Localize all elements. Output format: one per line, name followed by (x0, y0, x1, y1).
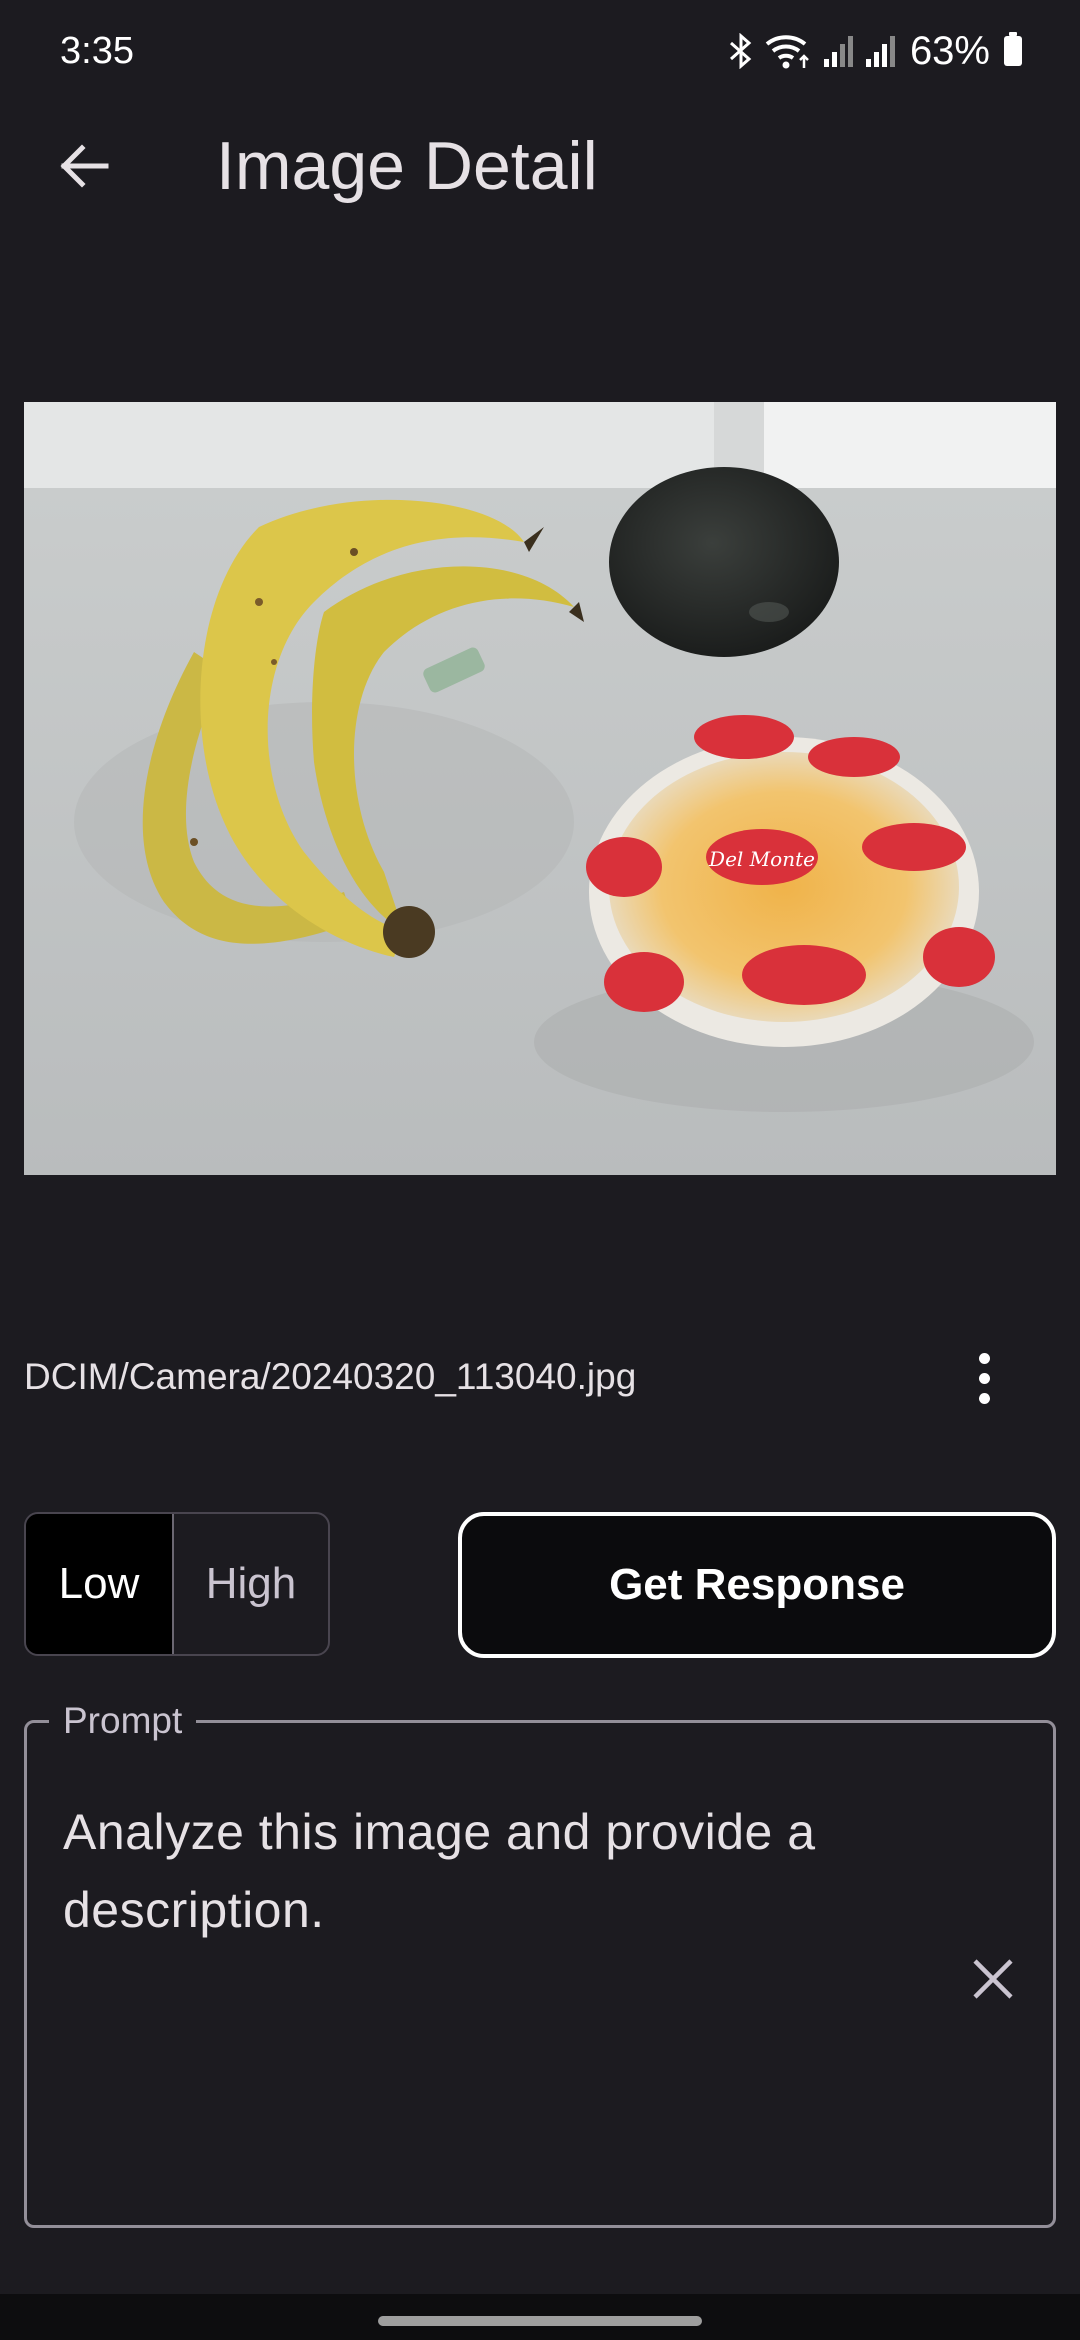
signal-icon (865, 36, 895, 67)
more-vert-icon (978, 1352, 990, 1364)
image-preview: Del Monte (24, 402, 1056, 1175)
page-title: Image Detail (216, 128, 598, 204)
quality-option-high[interactable]: High (174, 1514, 328, 1654)
more-vert-dot (978, 1392, 990, 1404)
app-bar: Image Detail (0, 100, 1080, 232)
battery-percentage: 63% (909, 28, 990, 73)
navigation-bar (0, 2294, 1080, 2340)
image-detail-screen: 3:35 63% Image Detail Del Monte DCIM/Cam… (0, 0, 1080, 2340)
status-bar: 3:35 63% (0, 0, 1080, 100)
more-vert-dot (978, 1372, 990, 1384)
more-options-button[interactable] (950, 1342, 1018, 1414)
brand-label: Del Monte (708, 847, 815, 871)
status-icons: 63% (728, 28, 1022, 74)
arrow-back-icon (60, 144, 109, 188)
quality-option-low[interactable]: Low (26, 1514, 174, 1654)
quality-toggle: Low High (24, 1512, 330, 1656)
signal-icon (823, 36, 853, 67)
prompt-field[interactable]: Prompt Analyze this image and provide a … (24, 1695, 1056, 2228)
clear-prompt-button[interactable] (957, 1943, 1029, 2015)
status-time: 3:35 (60, 30, 134, 72)
close-icon (973, 1959, 1013, 1999)
svg-text:Del Monte: Del Monte (708, 847, 815, 871)
get-response-button[interactable]: Get Response (458, 1512, 1056, 1658)
file-path: DCIM/Camera/20240320_113040.jpg (24, 1356, 637, 1397)
back-button[interactable] (36, 126, 132, 206)
home-handle[interactable] (378, 2316, 702, 2326)
wifi-icon (765, 35, 809, 69)
prompt-input[interactable]: Analyze this image and provide a descrip… (63, 1793, 943, 1949)
battery-icon (1004, 32, 1022, 66)
prompt-label: Prompt (49, 1695, 197, 1747)
bluetooth-icon (729, 33, 752, 69)
photo-content: Del Monte (24, 402, 1056, 1175)
